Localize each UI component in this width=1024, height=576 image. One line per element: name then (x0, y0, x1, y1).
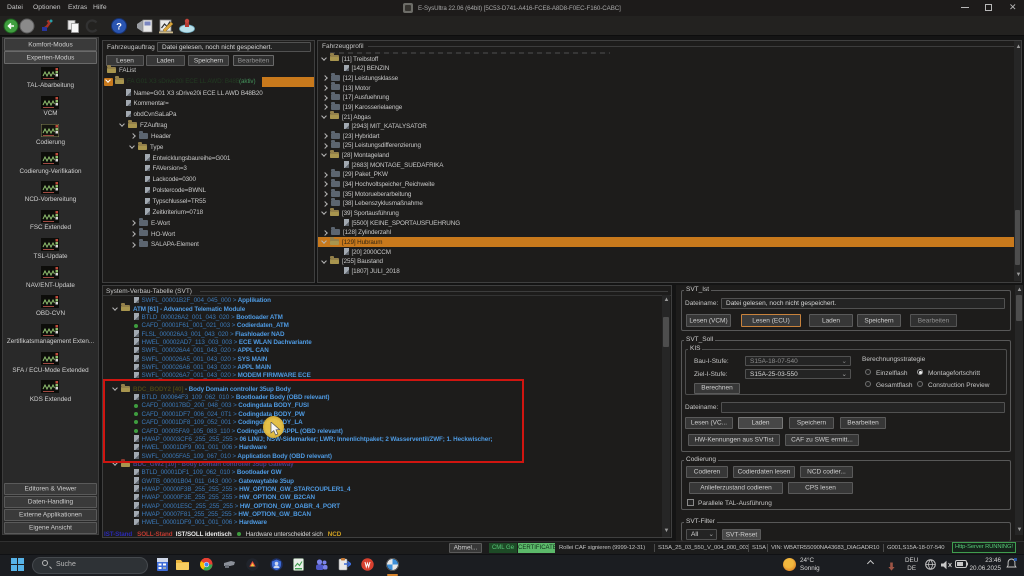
svg-text:?: ? (116, 21, 122, 32)
